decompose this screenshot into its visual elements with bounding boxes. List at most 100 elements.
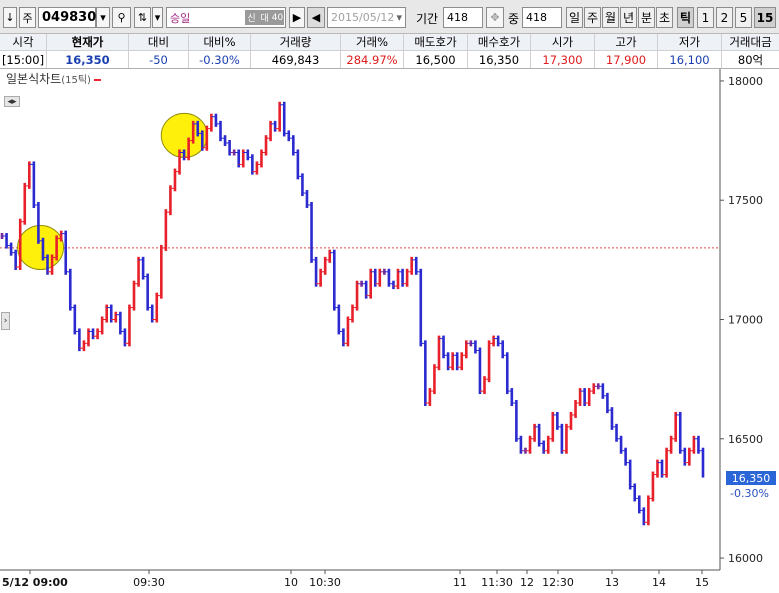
price-bar (419, 268, 423, 347)
search-button[interactable]: ⚲ (112, 7, 131, 28)
price-bar (437, 335, 441, 371)
value-ask: 16,500 (404, 51, 468, 68)
header-high: 고가 (595, 34, 658, 51)
price-bar (64, 230, 68, 275)
header-low: 저가 (658, 34, 722, 51)
header-volume-pct: 거래% (341, 34, 404, 51)
period-year-button[interactable]: 년 (620, 7, 637, 28)
sort-dropdown-button[interactable]: ▾ (152, 7, 163, 28)
price-bar (91, 328, 95, 340)
value-change: -50 (129, 51, 189, 68)
price-bar (182, 149, 186, 161)
search-icon: ⚲ (117, 11, 126, 24)
side-panel-toggle[interactable]: › (1, 312, 10, 330)
x-tick-label: 13 (605, 576, 619, 589)
tick-15-button[interactable]: 15 (754, 7, 776, 28)
direction-label: ↓ (5, 11, 15, 24)
x-tick-label: 14 (652, 576, 666, 589)
header-ask-label: 매도호가 (414, 35, 457, 49)
header-time-label: 시각 (12, 35, 34, 49)
price-bar (601, 383, 605, 399)
sort-button[interactable]: ⇅ (134, 7, 151, 28)
price-bar (228, 139, 231, 156)
price-bar (505, 352, 509, 395)
value-change-pct-text: -0.30% (199, 52, 240, 67)
header-current-price: 현재가 (47, 34, 129, 51)
tick-2-button[interactable]: 2 (716, 7, 733, 28)
price-bar (314, 256, 318, 287)
stock-code-input[interactable]: 049830 (38, 7, 96, 28)
header-volume: 거래량 (251, 34, 341, 51)
credit-badge: 신 (245, 10, 258, 25)
period-day-button[interactable]: 일 (566, 7, 583, 28)
chart-subtitle-text: (15틱) (61, 75, 91, 86)
price-bar (214, 113, 218, 127)
header-change-pct: 대비% (189, 34, 251, 51)
scroll-arrows-button[interactable]: ◂▸ (4, 96, 20, 107)
price-bar (628, 459, 632, 490)
date-picker[interactable]: 2015/05/12 ▾ (327, 7, 406, 28)
period-tick-label: 틱 (679, 11, 692, 25)
loan-badge: 대 (258, 10, 271, 25)
period-second-button[interactable]: 초 (656, 7, 673, 28)
period-month-label: 월 (604, 11, 617, 25)
play-forward-button[interactable]: ▶ (289, 7, 305, 28)
price-bar (287, 130, 291, 142)
count-label: 중 (508, 12, 520, 26)
price-bar (128, 304, 131, 347)
price-bar (278, 101, 281, 132)
price-bar (369, 268, 373, 299)
price-bar (665, 447, 668, 478)
period-tick-button[interactable]: 틱 (677, 7, 694, 28)
count-value: 418 (526, 11, 547, 24)
price-bar (674, 411, 677, 442)
header-bid-label: 매수호가 (477, 35, 521, 49)
header-time: 시각 (0, 34, 47, 51)
x-tick-label: 09:30 (133, 576, 165, 589)
legend-swatch (93, 78, 101, 81)
price-bar (273, 120, 277, 132)
price-bar (82, 340, 86, 352)
direction-button[interactable]: ↓ (3, 7, 17, 28)
value-time-text: [15:00] (1, 52, 45, 67)
chart-title-text: 일본식차트 (6, 72, 62, 86)
price-bar (355, 280, 359, 311)
price-bar (487, 340, 491, 383)
tick-1-label: 1 (701, 10, 710, 25)
price-bar (651, 471, 655, 502)
crosshair-button[interactable]: ✥ (486, 7, 504, 28)
count-input[interactable]: 418 (522, 7, 562, 28)
date-value: 2015/05/12 (331, 11, 395, 24)
stock-name-value: 승일 (170, 11, 191, 25)
code-dropdown-button[interactable]: ▾ (96, 7, 110, 28)
period-month-button[interactable]: 월 (602, 7, 619, 28)
value-volume-text: 469,843 (271, 52, 320, 67)
chart-area[interactable]: 16000 16500 17000 17500 18000 5/12 09:00 09:3… (0, 69, 779, 593)
chart-svg[interactable]: 16000 16500 17000 17500 18000 5/12 09:00 09:3… (0, 69, 779, 593)
period-week-button[interactable]: 주 (584, 7, 601, 28)
play-back-button[interactable]: ◀ (307, 7, 325, 28)
price-bar (28, 161, 31, 189)
price-bar (565, 423, 568, 454)
price-bar (433, 364, 436, 395)
market-label: 주 (22, 11, 33, 25)
price-bar (155, 292, 159, 323)
price-bar (392, 280, 395, 290)
current-price-marker: 16,350 (726, 471, 776, 485)
tick-1-button[interactable]: 1 (697, 7, 714, 28)
tick-2-label: 2 (720, 10, 729, 25)
x-tick-labels: 5/12 09:00 09:30 10 10:30 11 11:30 12 12:30 13 14… (2, 570, 709, 589)
market-button[interactable]: 주 (19, 7, 36, 28)
price-bar (678, 411, 682, 454)
scroll-arrows-icon: ◂▸ (7, 96, 17, 107)
highlight-markers (17, 112, 208, 271)
price-bar (9, 242, 13, 256)
price-bar (328, 249, 332, 263)
chevron-down-icon: ▾ (396, 11, 402, 24)
header-low-label: 저가 (678, 35, 701, 49)
tick-5-button[interactable]: 5 (735, 7, 752, 28)
period-input[interactable]: 418 (443, 7, 483, 28)
stock-code-value: 049830 (42, 10, 97, 25)
period-minute-button[interactable]: 분 (638, 7, 655, 28)
price-bar (255, 161, 259, 175)
